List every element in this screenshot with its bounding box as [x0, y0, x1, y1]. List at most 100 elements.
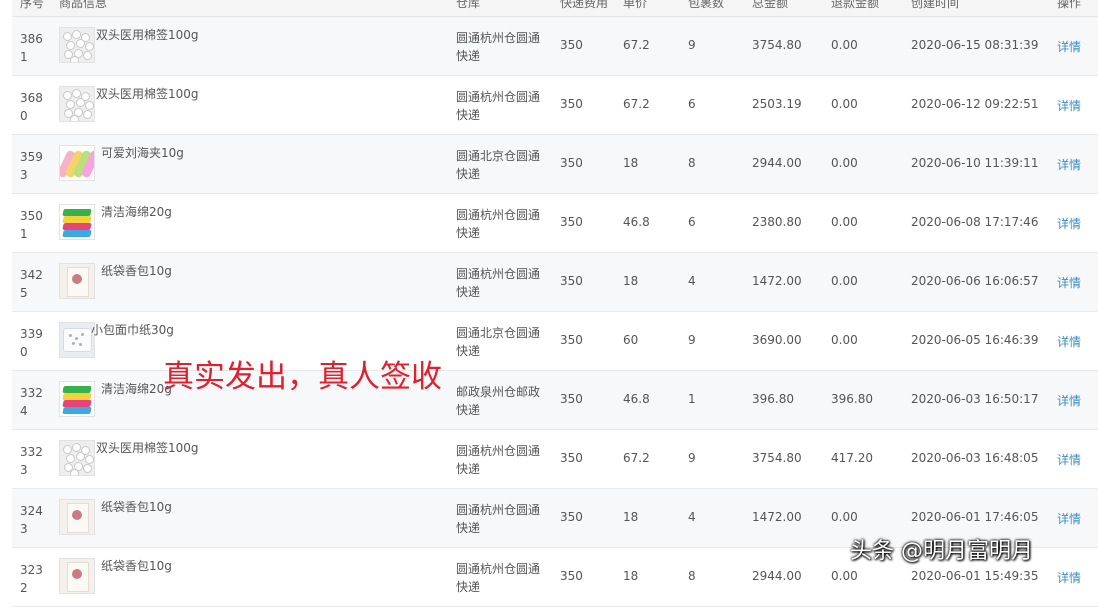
package-count: 6: [688, 215, 696, 229]
details-link[interactable]: 详情: [1057, 215, 1081, 232]
total-amount: 1472.00: [752, 274, 802, 288]
order-id: 3243: [20, 504, 43, 536]
package-count: 8: [688, 156, 696, 170]
total-amount: 3754.80: [752, 38, 802, 52]
details-link[interactable]: 详情: [1057, 333, 1081, 350]
col-header-qty: 包裹数: [688, 0, 725, 10]
unit-price: 46.8: [623, 215, 650, 229]
table-header: 序号 商品信息 仓库 快递费用 单价 包裹数 总金额 退款金额 创建时间 操作: [12, 0, 1098, 17]
details-link[interactable]: 详情: [1057, 392, 1081, 409]
created-time: 2020-06-01 15:49:35: [911, 569, 1039, 583]
unit-price: 67.2: [623, 451, 650, 465]
details-link[interactable]: 详情: [1057, 510, 1081, 527]
shipping-fee: 350: [560, 510, 583, 524]
table-row: 3425 纸袋香包10g 圆通杭州仓圆通快递 350 18 4 1472.00 0.00 202…: [12, 253, 1098, 312]
unit-price: 18: [623, 510, 639, 524]
refund-amount: 0.00: [831, 156, 858, 170]
unit-price: 18: [623, 274, 639, 288]
details-link[interactable]: 详情: [1057, 38, 1081, 55]
product-name: 双头医用棉签100g: [96, 28, 199, 42]
created-time: 2020-06-01 17:46:05: [911, 510, 1039, 524]
unit-price: 67.2: [623, 38, 650, 52]
refund-amount: 0.00: [831, 215, 858, 229]
package-count: 9: [688, 451, 696, 465]
created-time: 2020-06-05 16:46:39: [911, 333, 1039, 347]
total-amount: 2944.00: [752, 156, 802, 170]
watermark: 头条 @明月富明月: [850, 539, 1033, 564]
details-link[interactable]: 详情: [1057, 451, 1081, 468]
col-header-total: 总金额: [752, 0, 789, 10]
details-link[interactable]: 详情: [1057, 569, 1081, 586]
total-amount: 396.80: [752, 392, 794, 406]
product-name: 小包面巾纸30g: [91, 323, 174, 337]
order-id: 3323: [20, 445, 43, 477]
refund-amount: 396.80: [831, 392, 873, 406]
shipping-fee: 350: [560, 451, 583, 465]
col-header-price: 单价: [623, 0, 648, 10]
warehouse-shipping: 圆通北京仓圆通快递: [456, 326, 541, 358]
created-time: 2020-06-10 11:39:11: [911, 156, 1039, 170]
col-header-fee: 快递费用: [560, 0, 609, 10]
table-row: 3593 可爱刘海夹10g 圆通北京仓圆通快递 350 18 8 2944.00 0.00 20…: [12, 135, 1098, 194]
created-time: 2020-06-08 17:17:46: [911, 215, 1039, 229]
refund-amount: 0.00: [831, 274, 858, 288]
total-amount: 1472.00: [752, 510, 802, 524]
order-id: 3593: [20, 150, 43, 182]
created-time: 2020-06-06 16:06:57: [911, 274, 1039, 288]
refund-amount: 0.00: [831, 97, 858, 111]
table-row: 3501 清洁海绵20g 圆通杭州仓圆通快递 350 46.8 6 2380.80 0.00 2…: [12, 194, 1098, 253]
table-row: 3323 双头医用棉签100g 圆通杭州仓圆通快递 350 67.2 9 3754.80 41…: [12, 430, 1098, 489]
col-header-time: 创建时间: [911, 0, 960, 10]
warehouse-shipping: 圆通杭州仓圆通快递: [456, 208, 541, 240]
product-thumbnail: [59, 263, 95, 299]
shipping-fee: 350: [560, 569, 583, 583]
warehouse-shipping: 圆通杭州仓圆通快递: [456, 444, 541, 476]
total-amount: 3690.00: [752, 333, 802, 347]
details-link[interactable]: 详情: [1057, 274, 1081, 291]
unit-price: 46.8: [623, 392, 650, 406]
refund-amount: 0.00: [831, 333, 858, 347]
shipping-fee: 350: [560, 156, 583, 170]
created-time: 2020-06-12 09:22:51: [911, 97, 1039, 111]
warehouse-shipping: 圆通杭州仓圆通快递: [456, 503, 541, 535]
unit-price: 67.2: [623, 97, 650, 111]
total-amount: 2944.00: [752, 569, 802, 583]
warehouse-shipping: 圆通杭州仓圆通快递: [456, 90, 541, 122]
product-name: 纸袋香包10g: [101, 500, 172, 514]
unit-price: 60: [623, 333, 639, 347]
created-time: 2020-06-15 08:31:39: [911, 38, 1039, 52]
table-row: 3680 双头医用棉签100g 圆通杭州仓圆通快递 350 67.2 6 2503.19 0.…: [12, 76, 1098, 135]
details-link[interactable]: 详情: [1057, 97, 1081, 114]
warehouse-shipping: 圆通北京仓圆通快递: [456, 149, 541, 181]
warehouse-shipping: 圆通杭州仓圆通快递: [456, 562, 541, 594]
order-id: 3425: [20, 268, 43, 300]
unit-price: 18: [623, 156, 639, 170]
refund-amount: 417.20: [831, 451, 873, 465]
warehouse-shipping: 邮政泉州仓邮政快递: [456, 385, 541, 417]
package-count: 4: [688, 274, 696, 288]
product-name: 纸袋香包10g: [101, 264, 172, 278]
product-thumbnail: [59, 322, 95, 358]
product-thumbnail: [59, 381, 95, 417]
product-name: 清洁海绵20g: [101, 382, 172, 396]
product-thumbnail: [59, 145, 95, 181]
created-time: 2020-06-03 16:50:17: [911, 392, 1039, 406]
col-header-product: 商品信息: [59, 0, 108, 10]
package-count: 9: [688, 333, 696, 347]
total-amount: 3754.80: [752, 451, 802, 465]
warehouse-shipping: 圆通杭州仓圆通快递: [456, 31, 541, 63]
product-name: 清洁海绵20g: [101, 205, 172, 219]
shipping-fee: 350: [560, 97, 583, 111]
shipping-fee: 350: [560, 392, 583, 406]
order-id: 3680: [20, 91, 43, 123]
order-id: 3324: [20, 386, 43, 418]
order-id: 3232: [20, 563, 43, 595]
product-thumbnail: [59, 204, 95, 240]
details-link[interactable]: 详情: [1057, 156, 1081, 173]
shipping-fee: 350: [560, 38, 583, 52]
order-id: 3501: [20, 209, 43, 241]
product-name: 双头医用棉签100g: [96, 441, 199, 455]
order-id: 3390: [20, 327, 43, 359]
total-amount: 2503.19: [752, 97, 802, 111]
unit-price: 18: [623, 569, 639, 583]
